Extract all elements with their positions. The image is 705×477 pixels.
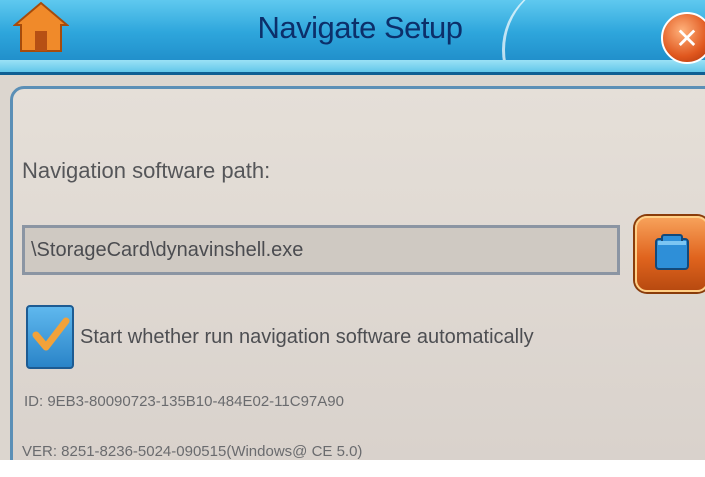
version-text: VER: 8251-8236-5024-090515(Windows@ CE 5… [22,443,363,460]
home-icon [12,1,70,57]
home-button[interactable] [8,0,74,58]
setup-screen: Navigate Setup ✕ Navigation software pat… [0,0,705,460]
title-bar-band [0,60,705,72]
browse-button[interactable] [635,216,705,292]
checkmark-icon [30,315,70,359]
close-icon: ✕ [675,21,699,55]
path-label: Navigation software path: [22,158,271,183]
window-title: Navigate Setup [257,10,463,45]
auto-start-label[interactable]: Start whether run navigation software au… [80,326,534,349]
folder-icon [652,233,692,275]
device-id-text: ID: 9EB3-80090723-135B10-484E02-11C97A90 [24,393,344,410]
auto-start-checkbox[interactable] [26,305,74,369]
close-button[interactable]: ✕ [661,12,705,64]
title-bar: Navigate Setup ✕ [0,0,705,75]
path-input[interactable] [22,225,620,275]
